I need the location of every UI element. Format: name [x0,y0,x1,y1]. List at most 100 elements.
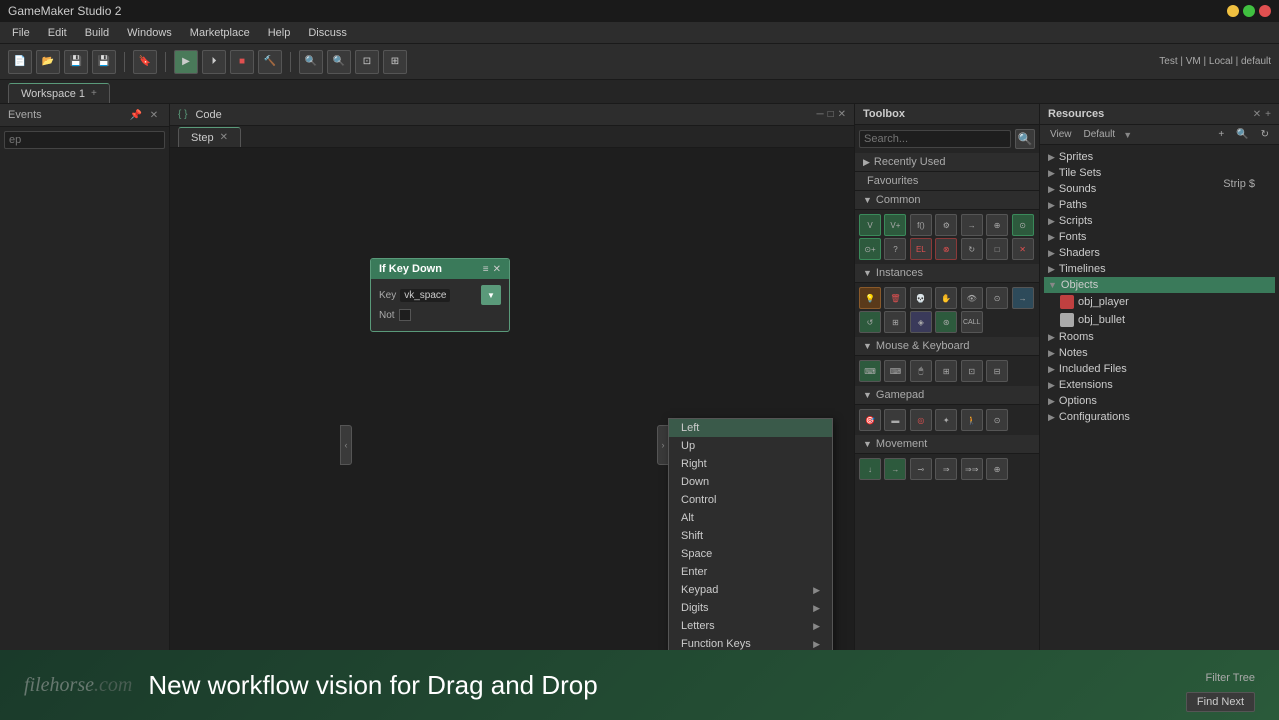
mv-right[interactable]: → [884,458,906,480]
section-instances[interactable]: ▼ Instances [855,264,1039,283]
block-close-btn[interactable]: ✕ [493,264,501,275]
gp-target[interactable]: 🎯 [859,409,881,431]
tree-options[interactable]: ▶ Options [1044,393,1275,409]
res-default-btn[interactable]: Default [1080,128,1120,141]
bookmark-button[interactable]: 🔖 [133,50,157,74]
tool-step2[interactable]: ⊙+ [859,238,881,260]
dd-alt[interactable]: Alt [669,509,832,527]
gp-pac2[interactable]: ⊙ [986,409,1008,431]
panel-pin-button[interactable]: 📌 [129,108,143,122]
tree-obj-player[interactable]: obj_player [1044,293,1275,311]
dd-digits[interactable]: Digits▶ [669,599,832,617]
mv-down[interactable]: ↓ [859,458,881,480]
dd-left[interactable]: Left [669,419,832,437]
tree-obj-bullet[interactable]: obj_bullet [1044,311,1275,329]
tree-included-files[interactable]: ▶ Included Files [1044,361,1275,377]
tool-var[interactable]: V [859,214,881,236]
dd-keypad[interactable]: Keypad▶ [669,581,832,599]
tree-scripts[interactable]: ▶ Scripts [1044,213,1275,229]
tool-move[interactable]: → [961,214,983,236]
tree-notes[interactable]: ▶ Notes [1044,345,1275,361]
gp-cross[interactable]: ✦ [935,409,957,431]
debug-button[interactable]: ⏵ [202,50,226,74]
dd-down[interactable]: Down [669,473,832,491]
dd-space[interactable]: Space [669,545,832,563]
tree-timelines[interactable]: ▶ Timelines [1044,261,1275,277]
close-button[interactable] [1259,5,1271,17]
res-view-btn[interactable]: View [1046,128,1076,141]
code-maximize[interactable]: □ [828,109,834,120]
inst-call[interactable]: CALL [961,311,983,333]
toolbox-scroll-area[interactable]: ▶ Recently Used Favourites ▼ Common V V+… [855,153,1039,720]
menu-marketplace[interactable]: Marketplace [182,25,258,41]
stop-button[interactable]: ■ [230,50,254,74]
tree-sprites[interactable]: ▶ Sprites [1044,149,1275,165]
mv-aim[interactable]: ⊕ [986,458,1008,480]
minimize-button[interactable] [1227,5,1239,17]
open-button[interactable]: 📂 [36,50,60,74]
inst-follow[interactable]: ⊛ [935,311,957,333]
filter-tree-label[interactable]: Filter Tree [1205,672,1255,684]
mv-path[interactable]: ⊸ [910,458,932,480]
workspace-tab[interactable]: Workspace 1 + [8,83,110,103]
zoom-out-button[interactable]: 🔍 [327,50,351,74]
inst-create[interactable]: 💡 [859,287,881,309]
menu-build[interactable]: Build [77,25,117,41]
run-button[interactable]: ▶ [174,50,198,74]
dd-control[interactable]: Control [669,491,832,509]
tool-step[interactable]: ⊙ [1012,214,1034,236]
section-movement[interactable]: ▼ Movement [855,435,1039,454]
inst-path[interactable]: ◈ [910,311,932,333]
dd-shift[interactable]: Shift [669,527,832,545]
tool-else[interactable]: EL [910,238,932,260]
code-body[interactable]: If Key Down ≡ ✕ Key vk_space ▼ Not [170,148,854,720]
mk-grid2[interactable]: ⊡ [961,360,983,382]
block-menu-btn[interactable]: ≡ [483,264,489,275]
inst-get[interactable]: ✋ [935,287,957,309]
section-favourites[interactable]: Favourites [855,172,1039,191]
mv-fast2[interactable]: ⇒⇒ [961,458,983,480]
code-close[interactable]: ✕ [838,109,846,120]
inst-wrap[interactable]: ↺ [859,311,881,333]
clean-button[interactable]: 🔨 [258,50,282,74]
tree-extensions[interactable]: ▶ Extensions [1044,377,1275,393]
mk-mouse[interactable]: 🖱 [910,360,932,382]
menu-help[interactable]: Help [260,25,299,41]
section-gamepad[interactable]: ▼ Gamepad [855,386,1039,405]
menu-file[interactable]: File [4,25,38,41]
section-mouse-keyboard[interactable]: ▼ Mouse & Keyboard [855,337,1039,356]
inst-foot[interactable]: 👁 [961,287,983,309]
tool-if[interactable]: ? [884,238,906,260]
zoom-in-button[interactable]: 🔍 [299,50,323,74]
tree-rooms[interactable]: ▶ Rooms [1044,329,1275,345]
inst-destroy[interactable]: 🗑 [884,287,906,309]
panel-close-button[interactable]: ✕ [147,108,161,122]
res-refresh-icon[interactable]: ↻ [1257,128,1273,141]
new-button[interactable]: 📄 [8,50,32,74]
menu-windows[interactable]: Windows [119,25,180,41]
tool-block[interactable]: □ [986,238,1008,260]
toolbox-search-button[interactable]: 🔍 [1015,129,1035,149]
find-next-button[interactable]: Find Next [1186,692,1255,712]
gp-circle[interactable]: ◎ [910,409,932,431]
workspace-tab-add[interactable]: + [91,88,97,99]
toolbox-search-input[interactable] [859,130,1011,148]
save-all-button[interactable]: 💾 [92,50,116,74]
inst-bounce[interactable]: ⊞ [884,311,906,333]
res-add-icon[interactable]: + [1214,128,1228,141]
mk-key[interactable]: ⌨ [859,360,881,382]
tree-fonts[interactable]: ▶ Fonts [1044,229,1275,245]
tool-repeat[interactable]: ↻ [961,238,983,260]
not-checkbox[interactable] [399,309,411,321]
tool-var2[interactable]: V+ [884,214,906,236]
resources-close-btn[interactable]: ✕ [1253,109,1261,120]
dd-right[interactable]: Right [669,455,832,473]
tool-stop[interactable]: ⊗ [935,238,957,260]
tree-configurations[interactable]: ▶ Configurations [1044,409,1275,425]
dd-letters[interactable]: Letters▶ [669,617,832,635]
res-search-icon[interactable]: 🔍 [1232,128,1252,141]
mv-fast[interactable]: ⇒ [935,458,957,480]
mk-grid3[interactable]: ⊟ [986,360,1008,382]
tool-obj[interactable]: ⚙ [935,214,957,236]
save-button[interactable]: 💾 [64,50,88,74]
